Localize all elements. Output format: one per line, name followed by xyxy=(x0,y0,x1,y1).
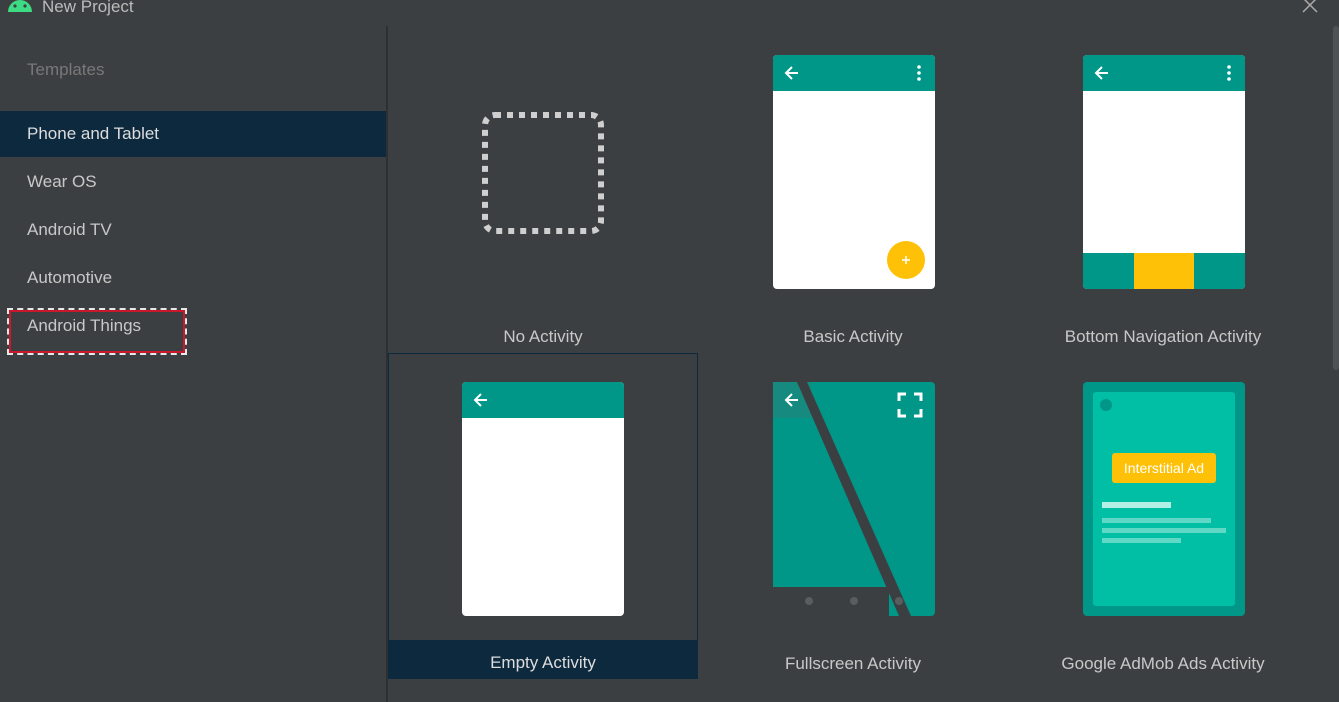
sidebar-item-label: Wear OS xyxy=(27,172,97,191)
back-arrow-icon xyxy=(784,393,798,407)
phone-preview xyxy=(773,55,935,289)
content-line xyxy=(1102,518,1211,523)
back-arrow-icon xyxy=(784,66,798,80)
template-no-activity[interactable]: No Activity xyxy=(388,26,698,352)
ads-phone-preview: Interstitial Ad xyxy=(1083,382,1245,616)
back-arrow-icon xyxy=(1094,66,1108,80)
close-icon[interactable] xyxy=(1298,0,1322,18)
camera-dot xyxy=(1100,399,1112,411)
fab-add-icon xyxy=(887,241,925,279)
sidebar-item-label: Automotive xyxy=(27,268,113,287)
window-title: New Project xyxy=(42,0,134,16)
sidebar-item-wear-os[interactable]: Wear OS xyxy=(0,159,386,205)
bottom-navigation-bar xyxy=(1083,253,1245,289)
bottom-navigation-selected-item xyxy=(1134,253,1194,289)
sidebar-item-android-tv[interactable]: Android TV xyxy=(0,207,386,253)
template-google-admob-ads-activity[interactable]: Interstitial Ad Google AdMob Ads Activit… xyxy=(1008,353,1318,679)
sidebar-item-automotive[interactable]: Automotive xyxy=(0,255,386,301)
sidebar-item-label: Phone and Tablet xyxy=(27,124,160,143)
template-label: Google AdMob Ads Activity xyxy=(1061,654,1265,673)
content-line xyxy=(1102,528,1226,533)
template-label: Empty Activity xyxy=(490,653,596,672)
interstitial-card: Interstitial Ad xyxy=(1093,392,1235,606)
back-arrow-icon xyxy=(473,393,487,407)
fullscreen-icon xyxy=(897,392,923,418)
overflow-menu-icon xyxy=(1227,65,1231,81)
template-basic-activity[interactable]: Basic Activity xyxy=(698,26,1008,352)
template-label: Basic Activity xyxy=(803,327,903,346)
phone-preview xyxy=(462,382,624,616)
template-bottom-navigation-activity[interactable]: Bottom Navigation Activity xyxy=(1008,26,1318,352)
sidebar-item-phone-and-tablet[interactable]: Phone and Tablet xyxy=(0,111,386,157)
template-fullscreen-activity[interactable]: Fullscreen Activity xyxy=(698,353,1008,679)
template-label: Fullscreen Activity xyxy=(784,654,922,673)
templates-heading: Templates xyxy=(27,60,105,79)
focus-indicator xyxy=(7,308,187,355)
sidebar-item-label: Android TV xyxy=(27,220,112,239)
overflow-menu-icon xyxy=(917,65,921,81)
gallery-scrollbar[interactable] xyxy=(1333,26,1339,370)
template-label: Bottom Navigation Activity xyxy=(1064,327,1262,346)
interstitial-ad-badge: Interstitial Ad xyxy=(1112,453,1216,483)
content-line xyxy=(1102,502,1171,508)
phone-preview xyxy=(1083,55,1245,289)
content-line xyxy=(1102,538,1181,543)
empty-placeholder-icon xyxy=(482,112,604,234)
template-empty-activity[interactable]: Empty Activity xyxy=(388,353,698,679)
android-logo-icon xyxy=(8,0,32,12)
title-bar: New Project xyxy=(0,0,1339,18)
template-label: No Activity xyxy=(503,327,583,346)
